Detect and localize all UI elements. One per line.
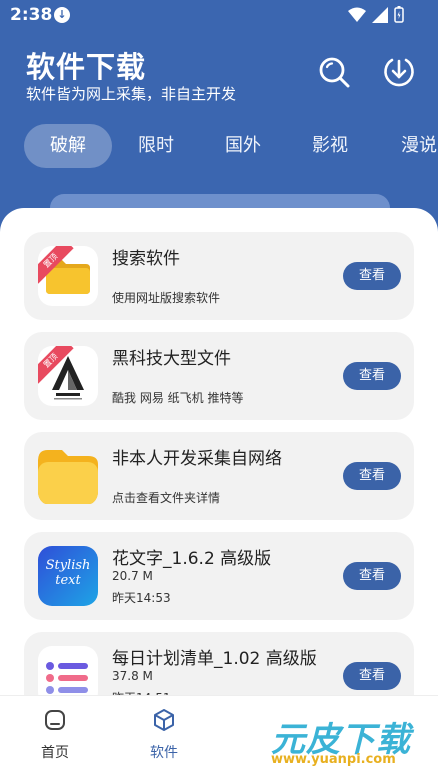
- content-panel: 置顶 搜索软件 使用网址版搜索软件 查看 置顶 黑科技大型文件 酷我 网易 纸飞…: [0, 208, 438, 779]
- wifi-icon: [348, 7, 366, 22]
- view-button[interactable]: 查看: [343, 262, 401, 290]
- tab-comics[interactable]: 漫说: [390, 124, 438, 168]
- list-item[interactable]: Stylish text 花文字_1.6.2 高级版 20.7 M 昨天14:5…: [24, 532, 414, 620]
- view-button[interactable]: 查看: [343, 562, 401, 590]
- status-time: 2:38: [10, 5, 53, 25]
- category-tabs: 破解 限时 国外 影视 漫说: [0, 124, 438, 168]
- tab-limited[interactable]: 限时: [127, 124, 185, 168]
- nav-home-label: 首页: [41, 745, 69, 761]
- item-desc: 使用网址版搜索软件: [112, 291, 221, 305]
- nav-software-label: 软件: [150, 745, 178, 761]
- status-bar: 2:38 ↓: [0, 0, 438, 30]
- view-button[interactable]: 查看: [343, 462, 401, 490]
- app-logo-icon: 置顶: [38, 346, 98, 406]
- tab-crack[interactable]: 破解: [24, 124, 112, 168]
- list-item[interactable]: 置顶 搜索软件 使用网址版搜索软件 查看: [24, 232, 414, 320]
- item-desc: 酷我 网易 纸飞机 推特等: [112, 391, 244, 405]
- icon-text-line1: Stylish: [45, 558, 91, 573]
- list-item[interactable]: 非本人开发采集自网络 点击查看文件夹详情 查看: [24, 432, 414, 520]
- item-title: 非本人开发采集自网络: [112, 449, 282, 469]
- view-button[interactable]: 查看: [343, 662, 401, 690]
- item-title: 花文字_1.6.2 高级版: [112, 549, 272, 569]
- item-size: 20.7 M: [112, 569, 153, 583]
- watermark-url: www.yuanpi.com: [271, 752, 396, 767]
- stylish-text-icon: Stylish text: [38, 546, 98, 606]
- header: 2:38 ↓ 软件下载 软件皆为网上采集，非自主开发 破解 限时 国外 影视 漫…: [0, 0, 438, 240]
- watermark-logo: 元皮下载 www.yuanpi.com: [259, 700, 435, 772]
- list-item[interactable]: 置顶 黑科技大型文件 酷我 网易 纸飞机 推特等 查看: [24, 332, 414, 420]
- home-icon: [45, 710, 65, 730]
- item-desc: 点击查看文件夹详情: [112, 491, 221, 505]
- view-button[interactable]: 查看: [343, 362, 401, 390]
- nav-home[interactable]: 首页: [25, 708, 85, 762]
- download-icon[interactable]: [383, 56, 415, 88]
- cube-icon: [154, 709, 174, 731]
- signal-icon: [372, 6, 388, 23]
- item-title: 黑科技大型文件: [112, 349, 231, 369]
- item-date: 昨天14:53: [112, 591, 171, 605]
- page-subtitle: 软件皆为网上采集，非自主开发: [26, 85, 237, 103]
- tab-video[interactable]: 影视: [301, 124, 359, 168]
- folder-icon: 置顶: [38, 246, 98, 306]
- nav-software[interactable]: 软件: [134, 708, 194, 762]
- search-icon[interactable]: [318, 56, 350, 88]
- item-size: 37.8 M: [112, 669, 153, 683]
- folder-icon: [38, 446, 98, 506]
- download-notification-icon: ↓: [54, 7, 70, 23]
- icon-text-line2: text: [55, 573, 81, 588]
- tab-foreign[interactable]: 国外: [214, 124, 272, 168]
- page-title: 软件下载: [26, 50, 147, 84]
- item-title: 每日计划清单_1.02 高级版: [112, 649, 317, 669]
- item-title: 搜索软件: [112, 249, 180, 269]
- battery-icon: [394, 6, 404, 23]
